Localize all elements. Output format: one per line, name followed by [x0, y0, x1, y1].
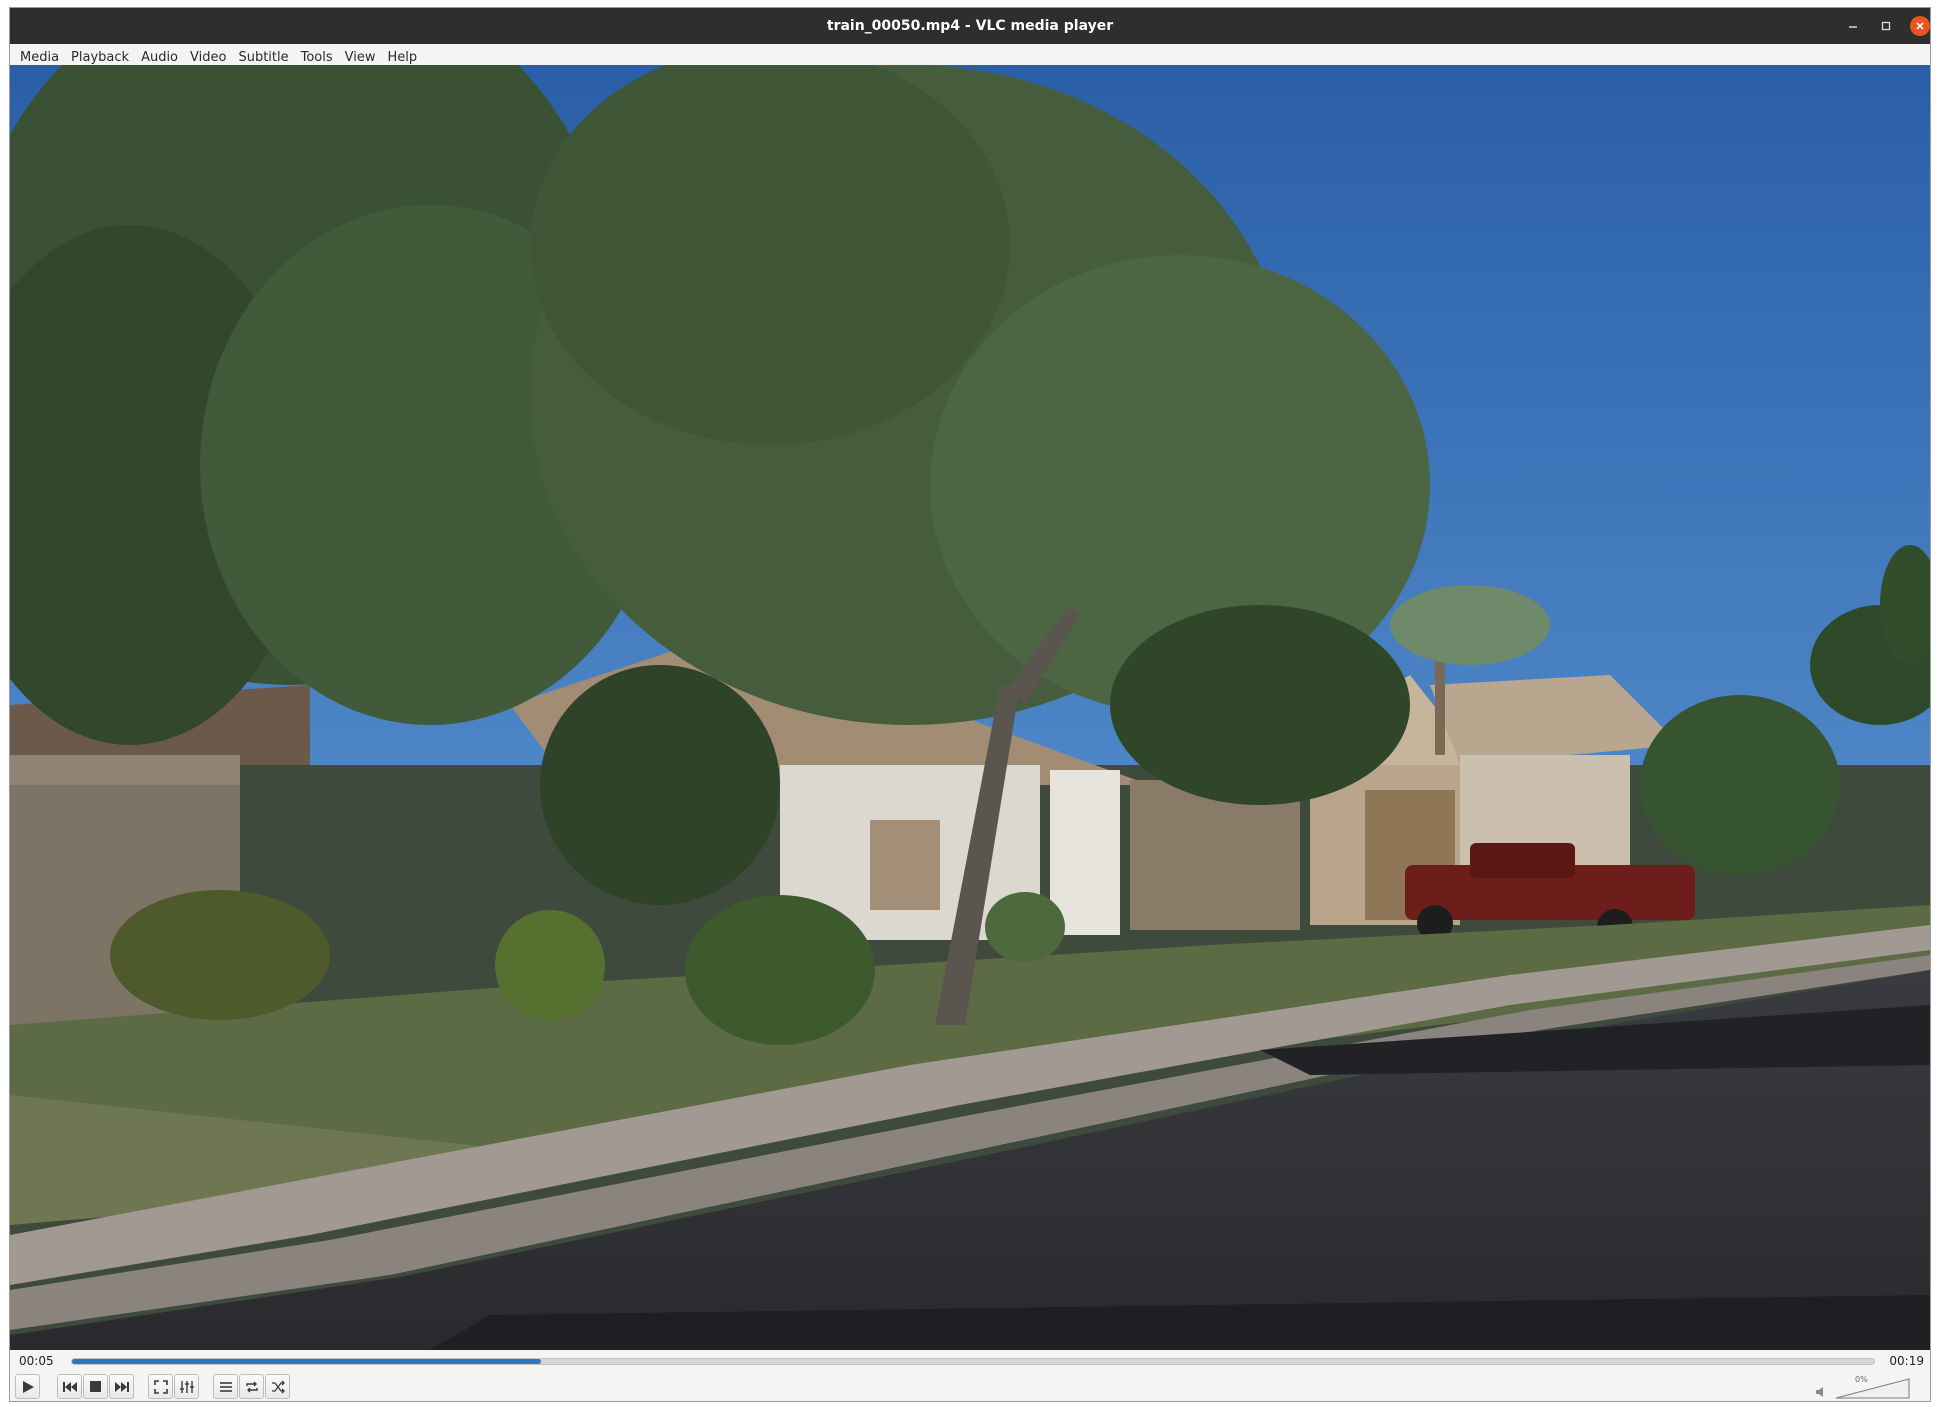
seek-progress [72, 1359, 541, 1364]
controls-bar: 0% [10, 1372, 1930, 1401]
title-bar[interactable]: train_00050.mp4 - VLC media player [10, 8, 1930, 44]
close-icon[interactable] [1910, 16, 1930, 36]
stop-button[interactable] [83, 1374, 108, 1399]
equalizer-icon [179, 1380, 194, 1394]
maximize-icon[interactable] [1876, 16, 1896, 36]
minimize-icon[interactable] [1843, 16, 1863, 36]
video-frame[interactable] [10, 65, 1930, 1350]
volume-slider[interactable] [1835, 1377, 1910, 1399]
playlist-icon [219, 1381, 233, 1393]
skip-next-icon [114, 1381, 129, 1393]
time-elapsed: 00:05 [19, 1354, 54, 1368]
shuffle-icon [271, 1380, 285, 1394]
extended-settings-button[interactable] [174, 1374, 199, 1399]
play-button[interactable] [15, 1374, 40, 1399]
vlc-window: train_00050.mp4 - VLC media player Media… [10, 8, 1930, 1401]
previous-button[interactable] [57, 1374, 82, 1399]
window-title: train_00050.mp4 - VLC media player [826, 18, 1114, 34]
play-icon [21, 1380, 35, 1394]
seek-row: 00:05 00:19 [10, 1350, 1930, 1372]
playlist-button[interactable] [213, 1374, 238, 1399]
fullscreen-button[interactable] [148, 1374, 173, 1399]
loop-button[interactable] [239, 1374, 264, 1399]
skip-previous-icon [62, 1381, 77, 1393]
seek-slider[interactable] [71, 1358, 1875, 1365]
fullscreen-icon [153, 1379, 168, 1394]
video-scene [10, 65, 1930, 1350]
stop-icon [90, 1381, 101, 1392]
shuffle-button[interactable] [265, 1374, 290, 1399]
speaker-muted-icon[interactable] [1815, 1383, 1827, 1401]
loop-icon [245, 1380, 259, 1394]
time-total[interactable]: 00:19 [1889, 1350, 1924, 1372]
next-button[interactable] [109, 1374, 134, 1399]
volume-control[interactable]: 0% [1815, 1375, 1910, 1399]
